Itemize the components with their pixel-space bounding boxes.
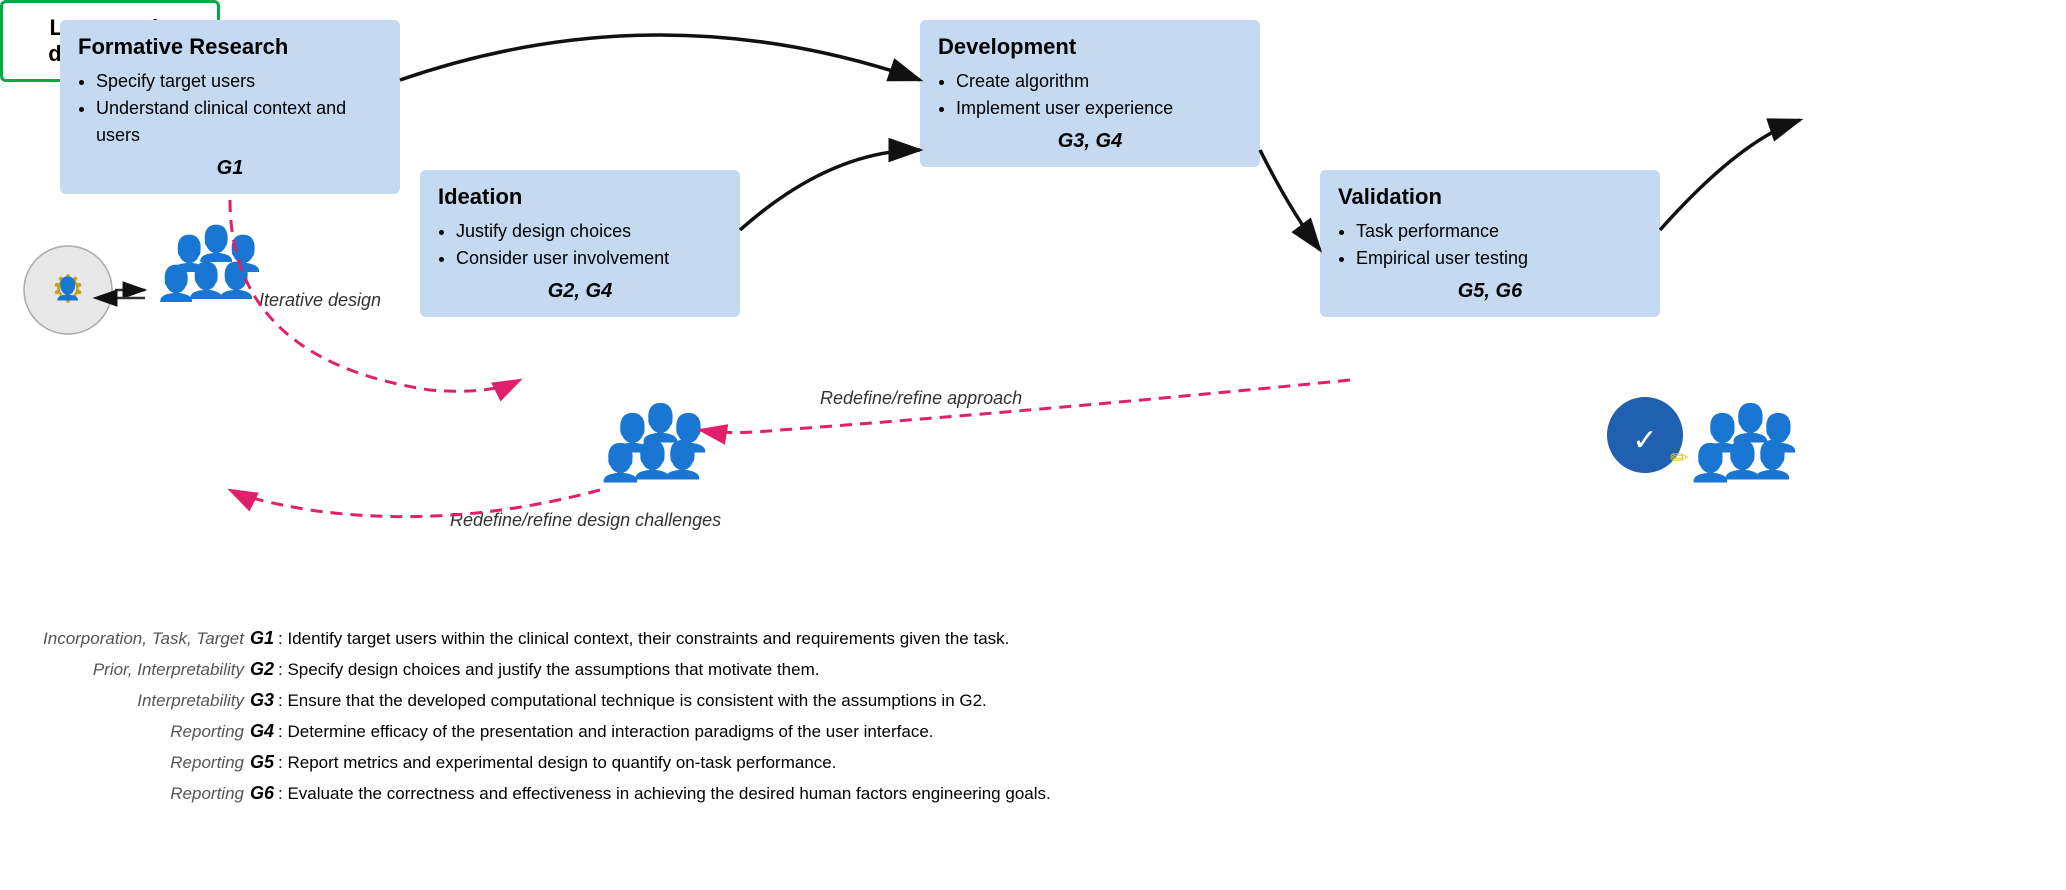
development-guideline: G3, G4: [938, 130, 1242, 153]
legend-prefix-g2: Prior, Interpretability: [30, 657, 250, 683]
development-bullets: Create algorithm Implement user experien…: [938, 68, 1242, 122]
validation-bullets: Task performance Empirical user testing: [1338, 218, 1642, 272]
legend-gcode-g6: G6: [250, 780, 274, 807]
svg-text:👤: 👤: [1688, 442, 1733, 483]
svg-text:👤: 👤: [610, 412, 655, 453]
svg-text:👤: 👤: [168, 234, 210, 273]
svg-text:👤: 👤: [638, 402, 683, 443]
svg-text:👤: 👤: [630, 439, 675, 480]
svg-text:👤: 👤: [195, 224, 237, 263]
legend-row-g4: Reporting G4 : Determine efficacy of the…: [30, 718, 2030, 745]
legend-row-g1: Incorporation, Task, Target G1 : Identif…: [30, 625, 2030, 652]
iterative-design-label: Iterative design: [255, 290, 385, 311]
svg-text:👤: 👤: [222, 234, 264, 273]
svg-text:👤: 👤: [185, 261, 227, 300]
legend-text-g1: : Identify target users within the clini…: [278, 626, 1009, 652]
svg-text:✓: ✓: [1632, 424, 1657, 457]
svg-text:👤: 👤: [1728, 402, 1773, 443]
svg-text:👤: 👤: [54, 276, 81, 301]
legend-row-g3: Interpretability G3 : Ensure that the de…: [30, 687, 2030, 714]
legend-gcode-g1: G1: [250, 625, 274, 652]
formative-guideline: G1: [78, 157, 382, 180]
ideation-bullet-2: Consider user involvement: [456, 245, 722, 272]
ideation-box: Ideation Justify design choices Consider…: [420, 170, 740, 317]
legend-gcode-g3: G3: [250, 687, 274, 714]
legend-row-g2: Prior, Interpretability G2 : Specify des…: [30, 656, 2030, 683]
legend-section: Incorporation, Task, Target G1 : Identif…: [30, 625, 2030, 811]
development-box: Development Create algorithm Implement u…: [920, 20, 1260, 167]
svg-text:✏: ✏: [1670, 445, 1689, 470]
legend-text-g3: : Ensure that the developed computationa…: [278, 688, 987, 714]
formative-title: Formative Research: [78, 34, 382, 60]
svg-text:👤: 👤: [1700, 412, 1745, 453]
legend-row-g5: Reporting G5 : Report metrics and experi…: [30, 749, 2030, 776]
legend-prefix-g4: Reporting: [30, 719, 250, 745]
legend-prefix-g5: Reporting: [30, 750, 250, 776]
legend-row-g6: Reporting G6 : Evaluate the correctness …: [30, 780, 2030, 807]
legend-prefix-g6: Reporting: [30, 781, 250, 807]
legend-gcode-g5: G5: [250, 749, 274, 776]
validation-bullet-1: Task performance: [1356, 218, 1642, 245]
formative-research-box: Formative Research Specify target users …: [60, 20, 400, 194]
formative-bullet-2: Understand clinical context and users: [96, 95, 382, 149]
formative-bullet-1: Specify target users: [96, 68, 382, 95]
validation-title: Validation: [1338, 184, 1642, 210]
legend-gcode-g4: G4: [250, 718, 274, 745]
legend-prefix-g1: Incorporation, Task, Target: [30, 626, 250, 652]
svg-text:👤: 👤: [215, 261, 257, 300]
svg-text:👤: 👤: [666, 412, 711, 453]
svg-text:👤: 👤: [598, 442, 643, 483]
redefine-design-label: Redefine/refine design challenges: [450, 510, 721, 531]
formative-bullets: Specify target users Understand clinical…: [78, 68, 382, 149]
svg-text:👤: 👤: [1756, 412, 1801, 453]
legend-text-g6: : Evaluate the correctness and effective…: [278, 781, 1051, 807]
ideation-bullets: Justify design choices Consider user inv…: [438, 218, 722, 272]
validation-box: Validation Task performance Empirical us…: [1320, 170, 1660, 317]
validation-guideline: G5, G6: [1338, 280, 1642, 303]
legend-gcode-g2: G2: [250, 656, 274, 683]
ideation-bullet-1: Justify design choices: [456, 218, 722, 245]
legend-text-g5: : Report metrics and experimental design…: [278, 750, 836, 776]
ideation-title: Ideation: [438, 184, 722, 210]
svg-text:👤: 👤: [1750, 439, 1795, 480]
svg-text:⚙: ⚙: [51, 269, 85, 311]
svg-text:👤: 👤: [155, 264, 197, 303]
development-bullet-1: Create algorithm: [956, 68, 1242, 95]
legend-prefix-g3: Interpretability: [30, 688, 250, 714]
development-bullet-2: Implement user experience: [956, 95, 1242, 122]
development-title: Development: [938, 34, 1242, 60]
redefine-approach-label: Redefine/refine approach: [820, 388, 1022, 409]
svg-text:👤: 👤: [660, 439, 705, 480]
legend-text-g2: : Specify design choices and justify the…: [278, 657, 819, 683]
legend-text-g4: : Determine efficacy of the presentation…: [278, 719, 934, 745]
svg-text:👤: 👤: [1720, 439, 1765, 480]
validation-bullet-2: Empirical user testing: [1356, 245, 1642, 272]
main-diagram: Formative Research Specify target users …: [0, 0, 2066, 890]
ideation-guideline: G2, G4: [438, 280, 722, 303]
